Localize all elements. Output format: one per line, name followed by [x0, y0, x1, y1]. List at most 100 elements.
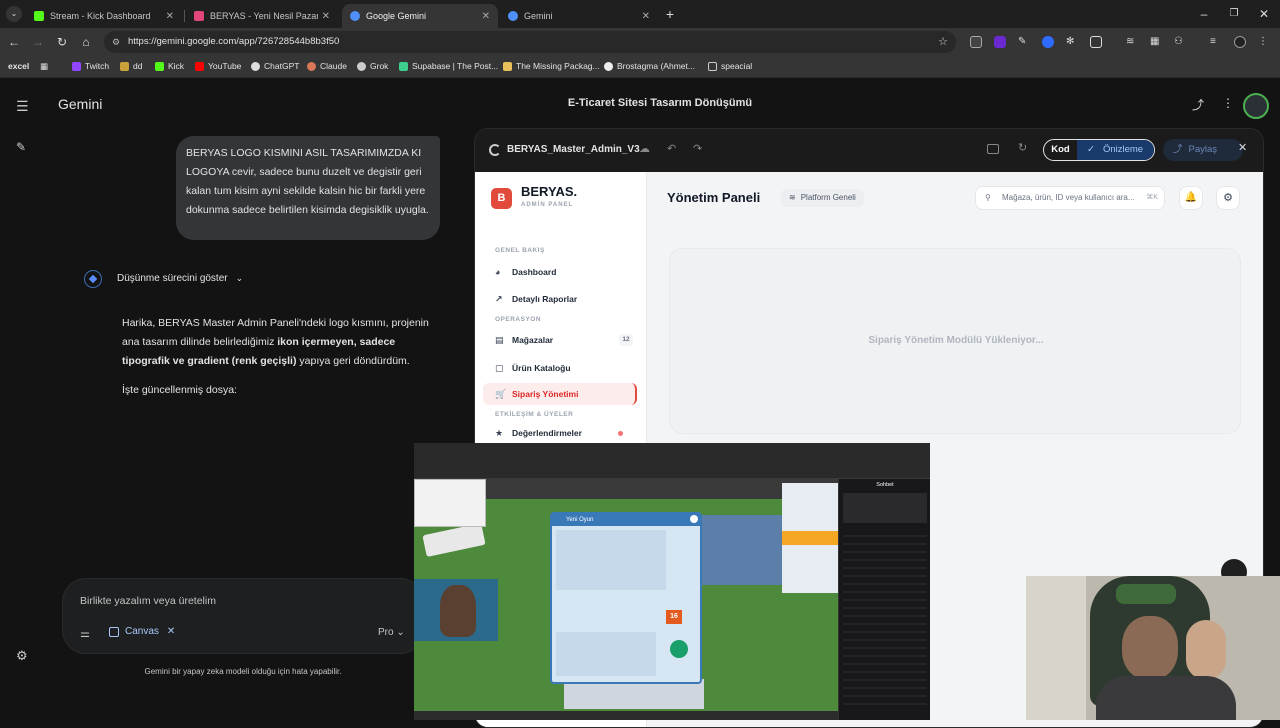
supabase-icon: [399, 61, 408, 71]
canvas-icon: [109, 626, 119, 637]
webcam-overlay: [1026, 576, 1280, 720]
close-tab-icon[interactable]: ✕: [642, 11, 650, 22]
remove-canvas-icon[interactable]: ✕: [167, 626, 175, 637]
reading-list-icon[interactable]: ≡: [1210, 36, 1222, 48]
undo-icon[interactable]: ↶: [667, 142, 676, 155]
screen-capture-icon[interactable]: [970, 36, 982, 48]
close-window-icon[interactable]: ✕: [1256, 6, 1272, 22]
more-options-icon[interactable]: ⋮: [1222, 96, 1234, 110]
beryas-favicon-icon: [194, 11, 204, 21]
bookmark-twitch[interactable]: Twitch: [72, 61, 109, 71]
model-selector[interactable]: Pro ⌄: [378, 627, 405, 638]
share-icon: ⤴: [1173, 144, 1183, 155]
bus-sprite: [422, 523, 486, 557]
gemini-favicon-icon: [508, 11, 518, 21]
prompt-input[interactable]: Birlikte yazalım veya üretelim: [80, 595, 216, 607]
canvas-share-button[interactable]: ⤴ Paylaş: [1163, 139, 1243, 161]
bookmark-youtube[interactable]: YouTube: [195, 61, 241, 71]
stream-pip-overlay: Yeni Oyun 16 Sohbet: [414, 443, 930, 720]
close-canvas-icon[interactable]: ✕: [1238, 141, 1247, 154]
bookmarks-bar: excel ▦ Twitch dd Kick YouTube ChatGPT C…: [0, 56, 1280, 78]
settings-extension-icon[interactable]: ✻: [1066, 36, 1078, 48]
disclaimer: Gemini bir yapay zeka modeli olduğu için…: [144, 667, 342, 676]
nav-item-reviews[interactable]: ★ Değerlendirmeler: [483, 422, 637, 444]
bookmark-grok[interactable]: Grok: [357, 61, 388, 71]
layers-icon: ≋: [789, 193, 796, 202]
share-chat-icon[interactable]: ⤴: [1192, 96, 1204, 113]
minimize-icon[interactable]: –: [1196, 6, 1212, 22]
bookmark-folder-speacial[interactable]: speacial: [708, 61, 752, 71]
chrome-menu-icon[interactable]: ⋮: [1258, 36, 1270, 48]
dd-icon: [120, 61, 129, 71]
tab-divider: [184, 10, 185, 22]
canvas-chip[interactable]: Canvas ✕: [109, 626, 175, 637]
site-info-icon[interactable]: ⚙: [112, 31, 120, 53]
bookmark-kick[interactable]: Kick: [155, 61, 184, 71]
tab-google-gemini[interactable]: Google Gemini ✕: [342, 4, 498, 28]
game-stats-panel: [556, 632, 656, 676]
profile-avatar-icon[interactable]: [1234, 36, 1246, 48]
redo-icon[interactable]: ↷: [693, 142, 702, 155]
main-menu-icon[interactable]: ☰: [16, 98, 29, 115]
home-icon[interactable]: ⌂: [78, 34, 94, 50]
close-tab-icon[interactable]: ✕: [322, 11, 330, 22]
grid-icon[interactable]: ▦: [1150, 36, 1162, 48]
tab-gemini[interactable]: Gemini ✕: [500, 4, 658, 28]
person-shoulders: [1096, 676, 1236, 720]
folder-icon: [708, 61, 717, 71]
reply-paragraph: Harika, BERYAS Master Admin Paneli'ndeki…: [122, 317, 429, 367]
bookmark-excel[interactable]: excel: [8, 61, 29, 71]
tab-title: Google Gemini: [366, 11, 427, 21]
apps-grid-icon[interactable]: ▦: [40, 61, 48, 72]
nav-item-reports[interactable]: ↗ Detaylı Raporlar: [483, 288, 637, 310]
forward-icon[interactable]: →: [30, 34, 46, 50]
extension-purple-icon[interactable]: [994, 36, 1006, 48]
tools-icon[interactable]: ⚌: [80, 627, 90, 640]
code-tab[interactable]: Kod: [1044, 140, 1077, 160]
tab-kick-dashboard[interactable]: Stream - Kick Dashboard ✕: [26, 4, 182, 28]
chat-messages: [843, 529, 927, 709]
settings-gear-icon[interactable]: ⚙: [16, 648, 28, 664]
refresh-icon[interactable]: ↻: [1018, 141, 1027, 154]
admin-settings-gear-icon[interactable]: ⚙: [1216, 186, 1240, 210]
close-tab-icon[interactable]: ✕: [482, 11, 490, 22]
show-thinking-toggle[interactable]: Düşünme sürecini göster ⌄: [117, 273, 243, 284]
bookmark-dd[interactable]: dd: [120, 61, 142, 71]
nav-item-dashboard[interactable]: ◕ Dashboard: [483, 261, 637, 283]
store-icon: ▤: [495, 334, 504, 345]
new-tab-button[interactable]: +: [662, 6, 678, 22]
bookmark-supabase[interactable]: Supabase | The Post...: [399, 61, 498, 71]
back-icon[interactable]: ←: [6, 34, 22, 50]
address-bar[interactable]: ⚙ https://gemini.google.com/app/72672854…: [104, 31, 956, 53]
chat-pinned: [843, 493, 927, 523]
nav-item-catalog[interactable]: ▢ Ürün Kataloğu: [483, 357, 637, 379]
admin-search-input[interactable]: ⚲ Mağaza, ürün, ID veya kullanıcı ara...…: [975, 186, 1165, 210]
new-chat-icon[interactable]: ✎: [16, 140, 26, 154]
tab-search-button[interactable]: ⌄: [6, 6, 22, 22]
preview-tab[interactable]: ✓ Önizleme: [1077, 140, 1154, 160]
nav-item-stores[interactable]: ▤ Mağazalar 12: [483, 329, 637, 351]
tab-beryas[interactable]: BERYAS - Yeni Nesil Pazar Yeri ✕: [186, 4, 338, 28]
profile-switch-icon[interactable]: ⚇: [1174, 36, 1186, 48]
restore-icon[interactable]: ❐: [1226, 6, 1242, 22]
extension-blue-icon[interactable]: [1042, 36, 1054, 48]
box-icon: ▢: [495, 362, 504, 373]
notifications-bell-icon[interactable]: 🔔: [1179, 186, 1203, 210]
user-avatar[interactable]: [1243, 93, 1269, 119]
user-message: BERYAS LOGO KISMINI ASIL TASARIMIMZDA KI…: [176, 136, 440, 240]
nav-item-orders[interactable]: 🛒 Sipariş Yönetimi: [483, 383, 637, 405]
bookmark-star-icon[interactable]: ☆: [938, 31, 948, 53]
reload-icon[interactable]: ↻: [54, 34, 70, 50]
pen-icon[interactable]: ✎: [1018, 36, 1030, 48]
bookmark-chatgpt[interactable]: ChatGPT: [251, 61, 299, 71]
close-tab-icon[interactable]: ✕: [166, 11, 174, 22]
bookmark-claude[interactable]: Claude: [307, 61, 347, 71]
extensions-puzzle-icon[interactable]: [1090, 36, 1102, 48]
person-hand: [1186, 620, 1226, 680]
gemini-favicon-icon: [350, 11, 360, 21]
bookmark-missing-package[interactable]: The Missing Packag...: [503, 61, 600, 71]
bookmark-brostagma[interactable]: Brostagma (Ahmet...: [604, 61, 695, 71]
pip-browser-chrome: [414, 443, 930, 479]
media-control-icon[interactable]: ≋: [1126, 36, 1138, 48]
desktop-view-icon[interactable]: [987, 144, 999, 154]
